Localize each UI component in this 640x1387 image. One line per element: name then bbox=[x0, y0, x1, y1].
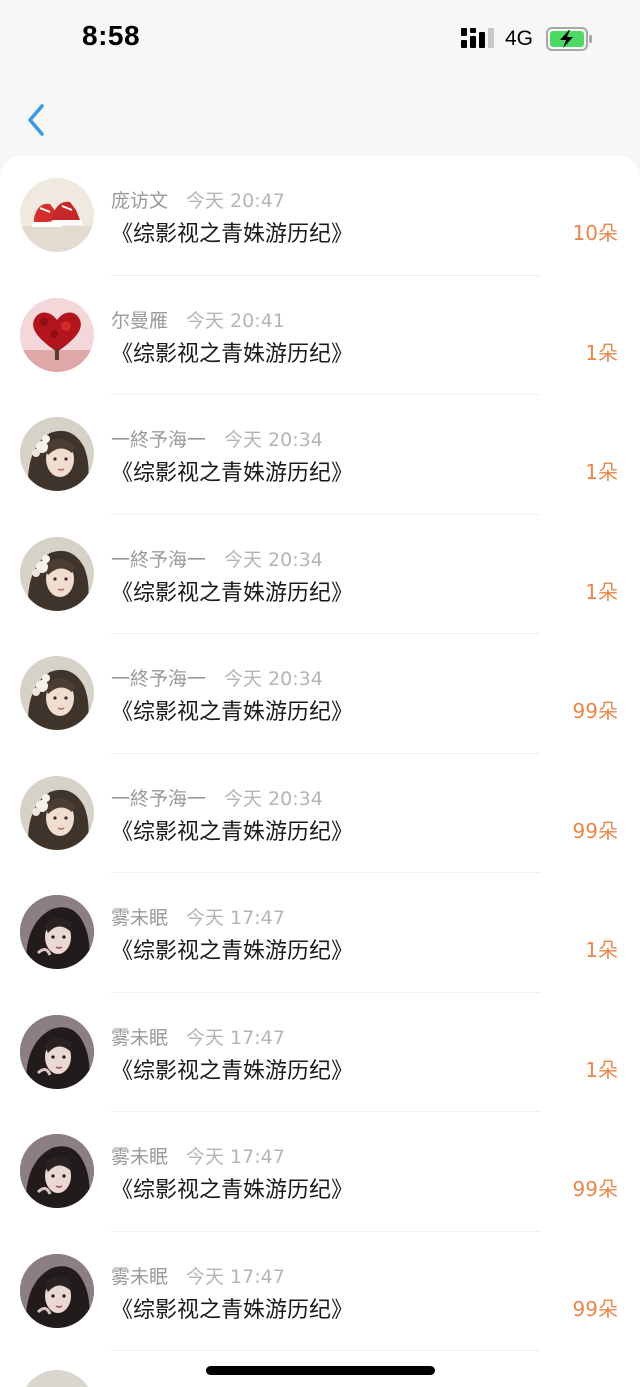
timestamp: 今天 20:47 bbox=[186, 190, 285, 212]
avatar[interactable] bbox=[20, 297, 94, 372]
flower-count: 99朵 bbox=[572, 1177, 618, 1201]
flower-count: 99朵 bbox=[572, 699, 618, 723]
user-name[interactable]: 雾未眠 bbox=[111, 1266, 168, 1288]
book-title[interactable]: 《综影视之青姝游历纪》 bbox=[111, 814, 353, 846]
list-item[interactable]: 一終予海一 今天 20:34 《综影视之青姝游历纪》 1朵 bbox=[0, 395, 640, 515]
book-title[interactable]: 《综影视之青姝游历纪》 bbox=[111, 933, 353, 965]
record-meta: 一終予海一 今天 20:34 bbox=[111, 664, 323, 691]
flower-count: 99朵 bbox=[572, 818, 618, 843]
avatar[interactable] bbox=[20, 656, 94, 730]
book-title[interactable]: 《综影视之青姝游历纪》 bbox=[111, 694, 353, 726]
record-meta: 雾未眠 今天 17:47 bbox=[111, 1142, 285, 1169]
user-name[interactable]: 雾未眠 bbox=[111, 1146, 168, 1168]
avatar-image bbox=[20, 1253, 94, 1328]
status-bar: 8:58 4G bbox=[0, 0, 640, 80]
book-title[interactable]: 《综影视之青姝游历纪》 bbox=[111, 1172, 353, 1204]
avatar-image bbox=[20, 656, 94, 730]
avatar[interactable] bbox=[20, 1370, 94, 1387]
list-item[interactable]: 雾未眠 今天 17:47 《综影视之青姝游历纪》 99朵 bbox=[0, 1232, 640, 1351]
avatar[interactable] bbox=[20, 775, 94, 850]
user-name[interactable]: 一終予海一 bbox=[111, 668, 206, 690]
avatar[interactable] bbox=[20, 536, 94, 611]
user-name[interactable]: 庞访文 bbox=[111, 190, 168, 212]
avatar[interactable] bbox=[20, 1253, 94, 1328]
avatar-image bbox=[20, 1134, 94, 1208]
avatar-image bbox=[20, 895, 94, 969]
flower-count: 99朵 bbox=[572, 1296, 618, 1321]
navigation-bar bbox=[0, 80, 640, 158]
timestamp: 今天 17:47 bbox=[186, 907, 285, 929]
flower-count: 1朵 bbox=[585, 1057, 618, 1082]
book-title[interactable]: 《综影视之青姝游历纪》 bbox=[111, 216, 353, 248]
list-item[interactable]: 庞访文 今天 20:47 《综影视之青姝游历纪》 10朵 bbox=[0, 156, 640, 276]
record-meta: 一終予海一 今天 20:34 bbox=[111, 545, 323, 572]
list-item[interactable]: 一終予海一 今天 20:34 《综影视之青姝游历纪》 99朵 bbox=[0, 634, 640, 754]
avatar-image bbox=[20, 775, 94, 850]
timestamp: 今天 20:34 bbox=[224, 548, 323, 571]
avatar[interactable] bbox=[20, 1014, 94, 1089]
avatar-image bbox=[20, 297, 94, 372]
book-title[interactable]: 《综影视之青姝游历纪》 bbox=[111, 1053, 353, 1085]
flower-count: 1朵 bbox=[585, 460, 618, 484]
list-item[interactable]: 尔曼雁 今天 20:41 《综影视之青姝游历纪》 1朵 bbox=[0, 276, 640, 395]
flower-count: 1朵 bbox=[585, 340, 618, 365]
list-item[interactable]: 雾未眠 今天 17:47 《综影视之青姝游历纪》 99朵 bbox=[0, 1112, 640, 1232]
timestamp: 今天 17:47 bbox=[186, 1146, 285, 1168]
record-meta: 雾未眠 今天 17:47 bbox=[111, 903, 285, 930]
timestamp: 今天 20:34 bbox=[224, 668, 323, 690]
avatar-image bbox=[20, 178, 94, 252]
avatar[interactable] bbox=[20, 1134, 94, 1208]
record-meta: 雾未眠 今天 17:47 bbox=[111, 1023, 285, 1050]
record-meta: 一終予海一 今天 20:34 bbox=[111, 425, 323, 452]
user-name[interactable]: 尔曼雁 bbox=[111, 310, 168, 332]
book-title[interactable]: 《综影视之青姝游历纪》 bbox=[111, 575, 353, 607]
battery-charging-icon bbox=[546, 27, 592, 51]
user-name[interactable]: 一終予海一 bbox=[111, 549, 206, 571]
avatar[interactable] bbox=[20, 178, 94, 252]
list-item[interactable]: 雾未眠 今天 17:47 《综影视之青姝游历纪》 1朵 bbox=[0, 993, 640, 1112]
avatar-image bbox=[20, 536, 94, 611]
flower-count: 1朵 bbox=[585, 938, 618, 962]
avatar[interactable] bbox=[20, 417, 94, 491]
timestamp: 今天 17:47 bbox=[186, 1026, 285, 1049]
flower-count: 1朵 bbox=[585, 579, 618, 604]
timestamp: 今天 20:34 bbox=[224, 787, 323, 810]
flower-count: 10朵 bbox=[572, 221, 618, 245]
record-meta: 雾未眠 今天 17:47 bbox=[111, 1262, 285, 1289]
timestamp: 今天 20:41 bbox=[186, 309, 285, 332]
book-title[interactable]: 《综影视之青姝游历纪》 bbox=[111, 455, 353, 487]
book-title[interactable]: 《综影视之青姝游历纪》 bbox=[111, 336, 353, 368]
avatar[interactable] bbox=[20, 895, 94, 969]
timestamp: 今天 17:47 bbox=[186, 1265, 285, 1288]
gift-record-list: 庞访文 今天 20:47 《综影视之青姝游历纪》 10朵 尔曼雁 今天 20:41 … bbox=[0, 156, 640, 1387]
cellular-signal-icon bbox=[461, 28, 495, 50]
chevron-left-icon bbox=[28, 104, 44, 136]
record-meta: 尔曼雁 今天 20:41 bbox=[111, 306, 285, 333]
timestamp: 今天 20:34 bbox=[224, 429, 323, 451]
record-meta: 庞访文 今天 20:47 bbox=[111, 186, 285, 213]
back-button[interactable] bbox=[16, 98, 56, 142]
list-item[interactable]: 雾未眠 今天 17:47 《综影视之青姝游历纪》 1朵 bbox=[0, 873, 640, 993]
avatar-image bbox=[20, 417, 94, 491]
user-name[interactable]: 雾未眠 bbox=[111, 1027, 168, 1049]
book-title[interactable]: 《综影视之青姝游历纪》 bbox=[111, 1292, 353, 1324]
divider bbox=[110, 1350, 540, 1351]
avatar-image bbox=[20, 1014, 94, 1089]
home-indicator bbox=[206, 1366, 435, 1375]
user-name[interactable]: 一終予海一 bbox=[111, 788, 206, 810]
user-name[interactable]: 雾未眠 bbox=[111, 907, 168, 929]
list-item[interactable]: 一終予海一 今天 20:34 《综影视之青姝游历纪》 99朵 bbox=[0, 754, 640, 873]
record-meta: 一終予海一 今天 20:34 bbox=[111, 784, 323, 811]
list-item[interactable]: 一終予海一 今天 20:34 《综影视之青姝游历纪》 1朵 bbox=[0, 515, 640, 634]
status-time: 8:58 bbox=[82, 20, 141, 51]
user-name[interactable]: 一終予海一 bbox=[111, 429, 206, 451]
network-type: 4G bbox=[505, 27, 534, 50]
